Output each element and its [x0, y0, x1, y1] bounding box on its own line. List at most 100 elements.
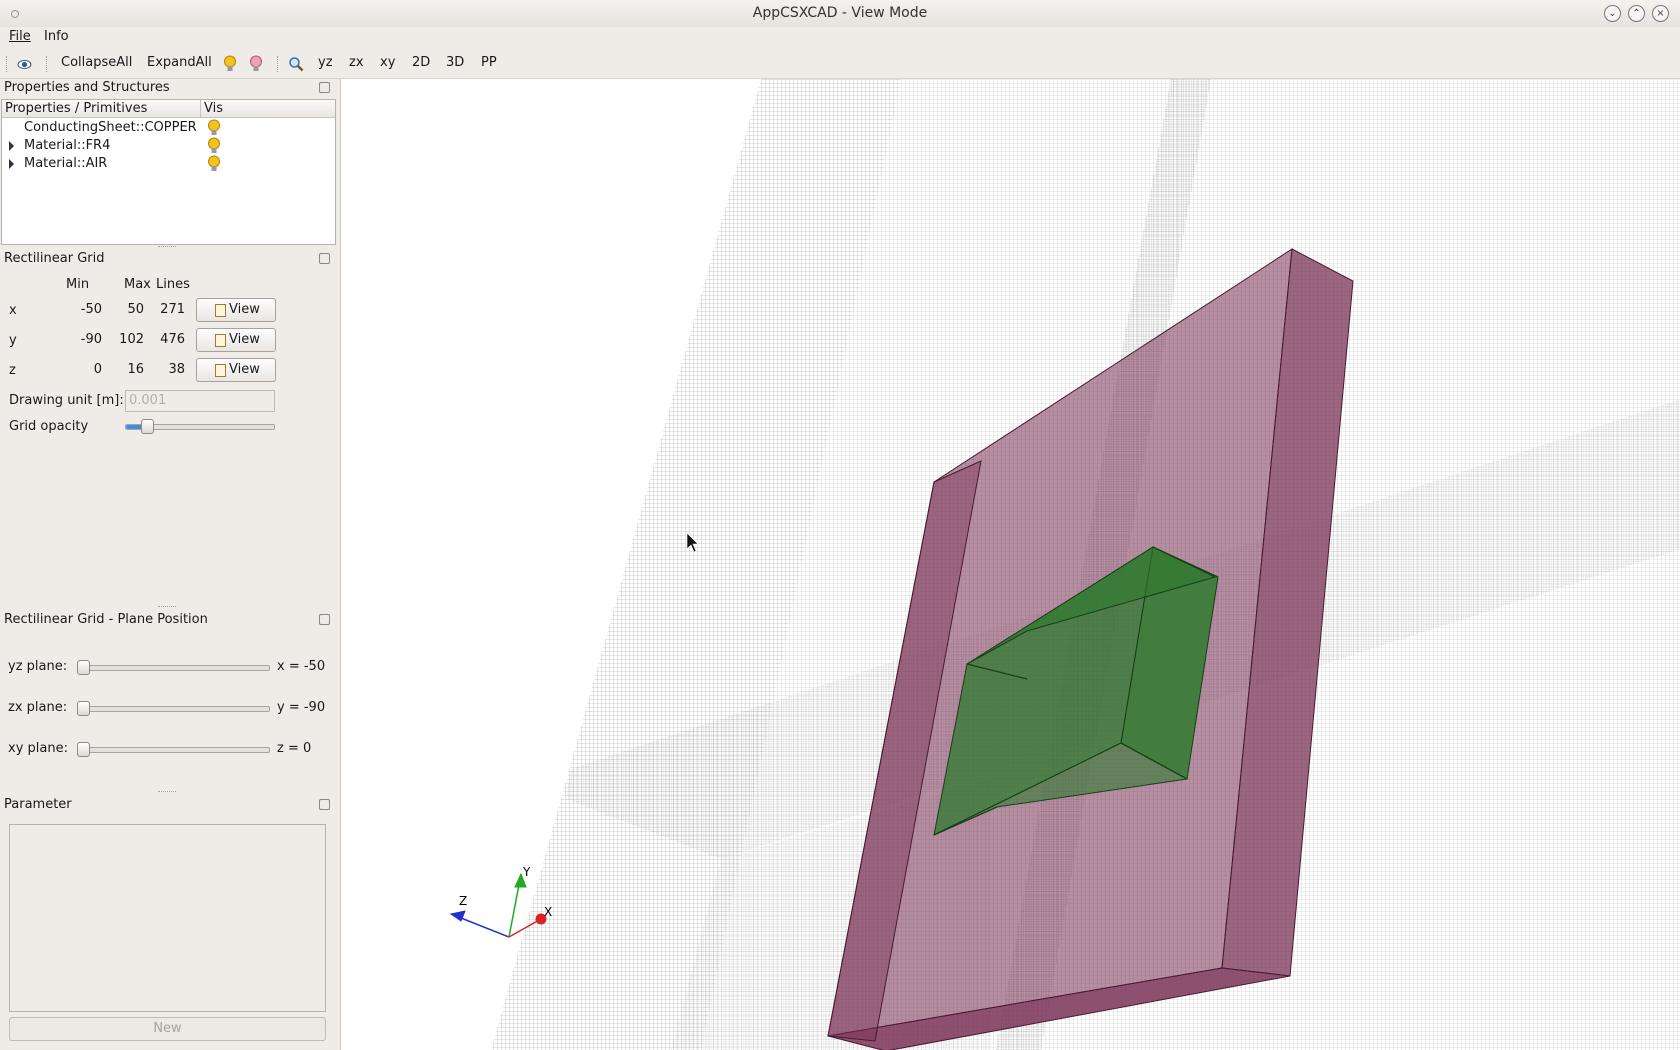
splitter-handle[interactable]	[158, 246, 176, 249]
menu-bar: File Info	[0, 27, 1680, 49]
expand-arrow-icon[interactable]	[9, 159, 14, 169]
view-zx-button[interactable]: zx	[349, 55, 364, 70]
float-dock-icon[interactable]	[319, 614, 330, 625]
toolbar-separator	[277, 56, 280, 72]
tree-item-label: Material::FR4	[24, 138, 111, 153]
zx-plane-handle[interactable]	[77, 701, 90, 716]
toolbar: CollapseAll ExpandAll yz zx xy 2D 3D PP	[0, 50, 1680, 79]
menu-info[interactable]: Info	[44, 29, 69, 44]
edit-icon	[215, 304, 226, 317]
zoom-icon[interactable]	[288, 56, 304, 72]
x-lines-value: 271	[160, 302, 185, 317]
maximize-icon[interactable]: ⌃	[1628, 5, 1645, 22]
view-2d-button[interactable]: 2D	[412, 55, 430, 70]
xy-plane-label: xy plane:	[8, 741, 68, 756]
axis-y-label: y	[9, 333, 17, 348]
new-parameter-button[interactable]: New	[9, 1017, 326, 1041]
plane-dock-header: Rectilinear Grid - Plane Position	[0, 611, 338, 631]
edit-icon	[215, 334, 226, 347]
toolbar-separator	[46, 56, 49, 72]
parameter-list[interactable]	[9, 824, 326, 1012]
column-min: Min	[66, 277, 90, 292]
tree-item-fr4[interactable]: Material::FR4	[2, 137, 335, 155]
collapse-all-button[interactable]: CollapseAll	[61, 55, 132, 70]
zx-plane-label: zx plane:	[8, 700, 68, 715]
view-y-label: View	[229, 332, 260, 347]
drawing-unit-label: Drawing unit [m]:	[9, 393, 124, 408]
xy-plane-value: z = 0	[277, 741, 312, 756]
zx-plane-value: y = -90	[277, 700, 326, 715]
3d-viewport[interactable]: Z Y X	[340, 79, 1680, 1050]
splitter-handle[interactable]	[158, 791, 176, 794]
float-dock-icon[interactable]	[319, 799, 330, 810]
yz-plane-value: x = -50	[277, 659, 326, 674]
parameter-dock-header: Parameter	[0, 796, 338, 816]
view-3d-button[interactable]: 3D	[446, 55, 464, 70]
column-lines: Lines	[156, 277, 190, 292]
x-min-value: -50	[80, 302, 102, 317]
xy-plane-handle[interactable]	[77, 742, 90, 757]
properties-dock-header: Properties and Structures	[0, 79, 338, 99]
y-max-value: 102	[119, 332, 144, 347]
axis-y-label: Y	[522, 865, 531, 879]
float-dock-icon[interactable]	[319, 253, 330, 264]
column-vis[interactable]: Vis	[204, 101, 223, 116]
yz-plane-slider[interactable]	[78, 665, 270, 671]
visibility-bulb-icon[interactable]	[207, 155, 221, 173]
view-z-label: View	[229, 362, 260, 377]
grid-dock-header: Rectilinear Grid	[0, 250, 338, 270]
column-divider	[200, 100, 201, 117]
menu-file[interactable]: File	[9, 29, 31, 44]
xy-plane-slider[interactable]	[78, 747, 270, 753]
bulb-off-icon[interactable]	[249, 55, 263, 73]
zx-plane-slider[interactable]	[78, 706, 270, 712]
z-min-value: 0	[93, 362, 102, 377]
axis-z-label: z	[9, 363, 16, 378]
column-primitives[interactable]: Properties / Primitives	[5, 101, 147, 116]
view-yz-button[interactable]: yz	[318, 55, 333, 70]
parameter-dock-title: Parameter	[4, 797, 72, 812]
drawing-unit-input[interactable]: 0.001	[125, 390, 275, 412]
tree-item-label: Material::AIR	[24, 156, 108, 171]
bulb-on-icon[interactable]	[223, 55, 237, 73]
pp-button[interactable]: PP	[481, 55, 497, 70]
grid-dock-title: Rectilinear Grid	[4, 251, 105, 266]
properties-dock-title: Properties and Structures	[4, 80, 170, 95]
column-max: Max	[124, 277, 151, 292]
title-bar: AppCSXCAD - View Mode ⌄ ⌃ ×	[0, 0, 1680, 28]
close-icon[interactable]: ×	[1652, 5, 1669, 22]
grid-opacity-handle[interactable]	[141, 419, 155, 434]
axis-z-label: Z	[459, 894, 467, 908]
view-x-button[interactable]: View	[196, 298, 276, 322]
visibility-bulb-icon[interactable]	[207, 137, 221, 155]
yz-plane-handle[interactable]	[77, 660, 90, 675]
minimize-icon[interactable]: ⌄	[1604, 5, 1621, 22]
view-xy-button[interactable]: xy	[380, 55, 395, 70]
axis-x-label: X	[544, 905, 552, 919]
float-dock-icon[interactable]	[319, 82, 330, 93]
y-min-value: -90	[80, 332, 102, 347]
expand-all-button[interactable]: ExpandAll	[147, 55, 212, 70]
z-max-value: 16	[127, 362, 144, 377]
view-y-button[interactable]: View	[196, 328, 276, 352]
y-lines-value: 476	[160, 332, 185, 347]
edit-icon	[215, 364, 226, 377]
model-render[interactable]: Z Y X	[341, 79, 1680, 1050]
drawing-unit-value: 0.001	[129, 393, 167, 408]
splitter-handle[interactable]	[158, 606, 176, 609]
tree-item-copper[interactable]: ConductingSheet::COPPER	[2, 119, 335, 137]
view-z-button[interactable]: View	[196, 358, 276, 382]
expand-arrow-icon[interactable]	[9, 141, 14, 151]
visibility-bulb-icon[interactable]	[207, 119, 221, 137]
eye-icon[interactable]	[17, 57, 32, 72]
tree-item-air[interactable]: Material::AIR	[2, 155, 335, 173]
tree-header: Properties / Primitives Vis	[2, 100, 335, 118]
grid-opacity-label: Grid opacity	[9, 419, 89, 434]
z-lines-value: 38	[168, 362, 185, 377]
toolbar-grip	[6, 56, 9, 72]
yz-plane-label: yz plane:	[8, 659, 68, 674]
properties-tree[interactable]: Properties / Primitives Vis ConductingSh…	[1, 99, 336, 245]
window-title: AppCSXCAD - View Mode	[752, 5, 928, 21]
x-max-value: 50	[127, 302, 144, 317]
view-x-label: View	[229, 302, 260, 317]
